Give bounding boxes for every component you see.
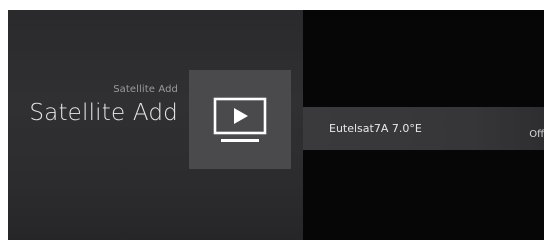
breadcrumb: Satellite Add [113, 84, 178, 95]
tv-frame: Satellite Add Satellite Add Eutelsat7A 7… [0, 0, 548, 243]
page-title: Satellite Add [29, 100, 178, 126]
satellite-add-tile [189, 70, 291, 169]
satellite-row[interactable]: Eutelsat7A 7.0°E Off [303, 107, 544, 150]
satellite-name: Eutelsat7A 7.0°E [329, 122, 422, 135]
satellite-status: Off [529, 129, 544, 140]
tv-screen: Satellite Add Satellite Add Eutelsat7A 7… [8, 10, 544, 240]
tv-play-icon [209, 95, 271, 145]
